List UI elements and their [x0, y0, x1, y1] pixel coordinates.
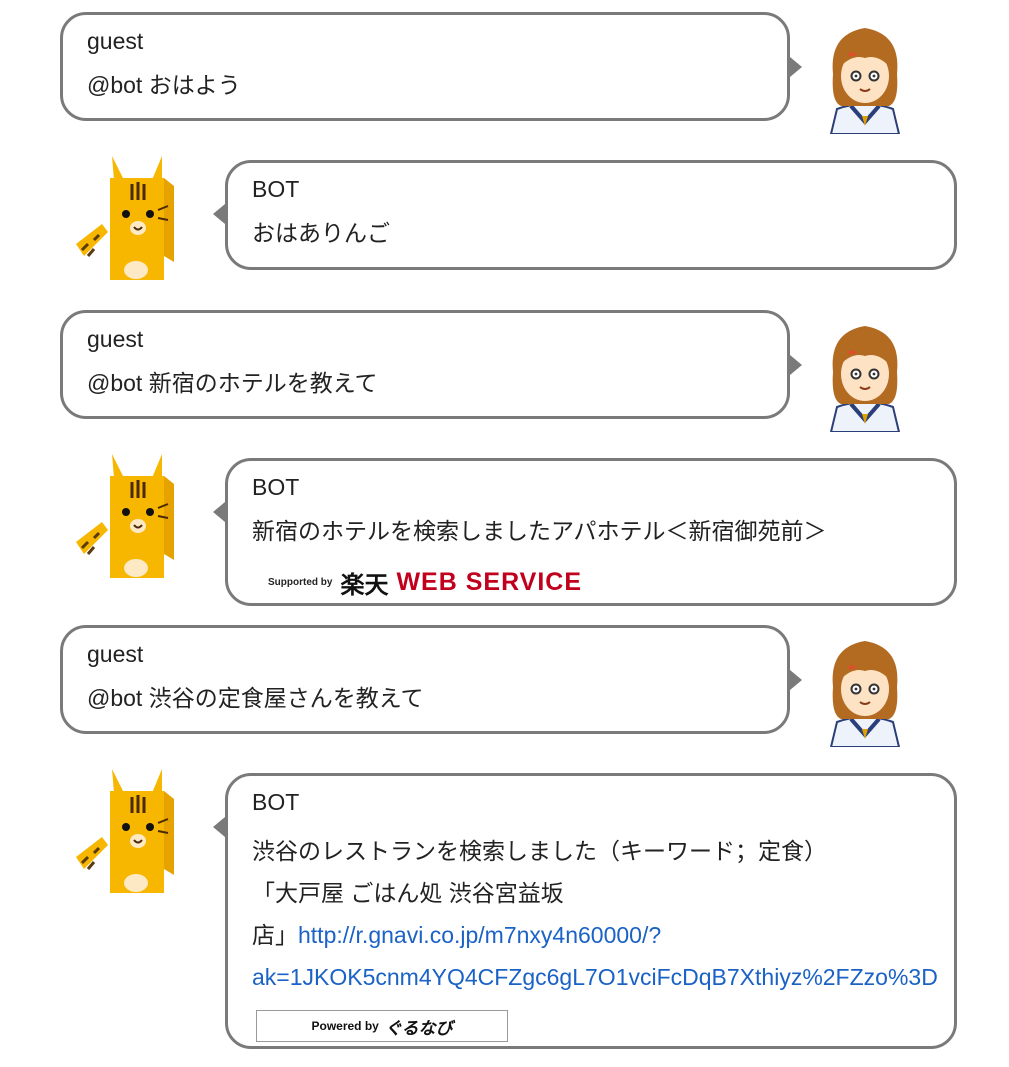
message-sender: guest — [87, 326, 144, 352]
bot-avatar — [74, 767, 176, 895]
guest-message-bubble: guest @bot 新宿のホテルを教えて — [60, 310, 790, 419]
message-line: 店」http://r.gnavi.co.jp/m7nxy4n60000/? — [252, 914, 930, 956]
bot-avatar — [74, 452, 176, 580]
message-text: @bot おはよう — [87, 72, 241, 98]
bubble-pointer — [213, 817, 225, 837]
guest-message-bubble: guest @bot 渋谷の定食屋さんを教えて — [60, 625, 790, 734]
rakuten-logo: 楽天 — [340, 571, 389, 599]
gnavi-logo: ぐるなび — [384, 1018, 453, 1038]
message-line: ak=1JKOK5cnm4YQ4CFZgc6gL7O1vciFcDqB7Xthi… — [252, 956, 938, 998]
message-sender: BOT — [252, 474, 300, 500]
message-text: おはありんご — [252, 220, 390, 246]
message-text: 渋谷のレストランを検索しました（キーワード；定食） 「大戸屋 ごはん処 渋谷宮益… — [252, 830, 938, 998]
guest-message-bubble: guest @bot おはよう — [60, 12, 790, 121]
message-sender: guest — [87, 28, 144, 54]
bubble-pointer — [790, 670, 802, 690]
bubble-pointer — [790, 355, 802, 375]
guest-avatar — [815, 627, 915, 747]
bot-message-bubble: BOT 新宿のホテルを検索しましたアパホテル＜新宿御苑前＞ Supported … — [225, 458, 957, 606]
gnavi-credit[interactable]: Powered by ぐるなび — [256, 1010, 508, 1042]
bot-message-bubble: BOT 渋谷のレストランを検索しました（キーワード；定食） 「大戸屋 ごはん処 … — [225, 773, 957, 1049]
message-text: @bot 渋谷の定食屋さんを教えて — [87, 685, 424, 711]
guest-avatar — [815, 14, 915, 134]
message-line: 渋谷のレストランを検索しました（キーワード；定食） — [252, 838, 827, 864]
message-text: @bot 新宿のホテルを教えて — [87, 370, 378, 396]
bubble-pointer — [790, 57, 802, 77]
supported-by-label: Supported by — [268, 576, 333, 588]
message-sender: guest — [87, 641, 144, 667]
web-service-label: WEB SERVICE — [396, 567, 583, 596]
guest-avatar — [815, 312, 915, 432]
message-sender: BOT — [252, 789, 300, 815]
restaurant-link[interactable]: http://r.gnavi.co.jp/m7nxy4n60000/? — [298, 922, 661, 948]
restaurant-link-continued[interactable]: ak=1JKOK5cnm4YQ4CFZgc6gL7O1vciFcDqB7Xthi… — [252, 964, 938, 990]
message-text: 新宿のホテルを検索しましたアパホテル＜新宿御苑前＞ — [252, 518, 827, 544]
message-sender: BOT — [252, 176, 300, 202]
shop-name-suffix: 店」 — [252, 922, 298, 948]
bot-avatar — [74, 154, 176, 282]
rakuten-webservice-credit[interactable]: Supported by 楽天 WEB SERVICE — [268, 567, 583, 599]
message-line: 「大戸屋 ごはん処 渋谷宮益坂 — [252, 880, 564, 906]
powered-by-label: Powered by — [311, 1019, 379, 1033]
bot-message-bubble: BOT おはありんご — [225, 160, 957, 270]
bubble-pointer — [213, 502, 225, 522]
bubble-pointer — [213, 204, 225, 224]
